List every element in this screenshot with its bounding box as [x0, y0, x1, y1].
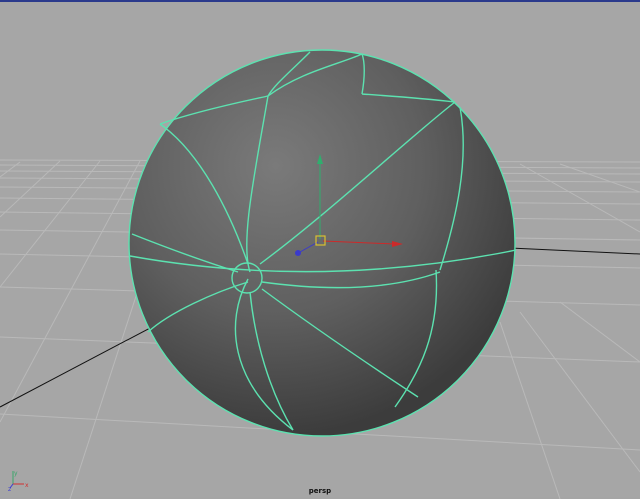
axis-y-label: y: [14, 470, 18, 477]
camera-label: persp: [308, 487, 332, 495]
perspective-viewport[interactable]: y x z persp: [0, 0, 640, 499]
manipulator-z-handle[interactable]: [295, 250, 301, 256]
world-axis-line-right: [509, 247, 640, 255]
sphere-object[interactable]: [129, 50, 515, 436]
scene-canvas[interactable]: [0, 2, 640, 499]
